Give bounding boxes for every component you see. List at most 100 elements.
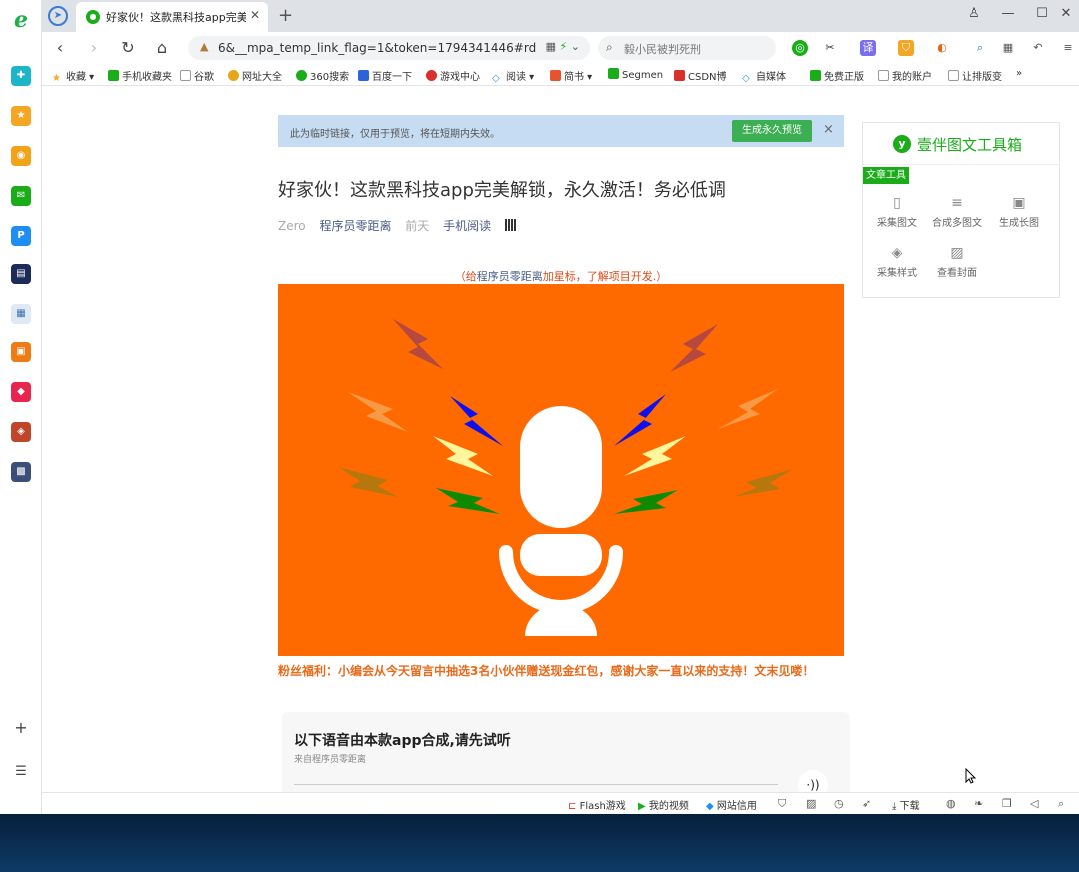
back-icon[interactable]: ‹ bbox=[50, 38, 70, 58]
sidebar-game2-icon[interactable]: ◈ bbox=[11, 422, 31, 442]
maximize-icon[interactable]: ☐ bbox=[1032, 6, 1052, 21]
tab-close-icon[interactable]: ✕ bbox=[250, 8, 260, 22]
tool-long-image[interactable]: ▣ 生成长图 bbox=[989, 195, 1049, 229]
bolt-left-olive bbox=[338, 467, 398, 497]
rocket-icon[interactable]: ➶ bbox=[862, 797, 871, 810]
sidebar-doc-icon[interactable]: ▦ bbox=[11, 304, 31, 324]
more-icon[interactable]: ≡ bbox=[1060, 40, 1076, 56]
bookmark-item[interactable]: ◇ 阅读 ▾ bbox=[492, 68, 534, 84]
grid-icon[interactable]: ▦ bbox=[1000, 40, 1016, 56]
home-icon[interactable]: ⌂ bbox=[152, 38, 172, 58]
sidebar-app-plus-icon[interactable]: ✚ bbox=[11, 66, 31, 86]
bookmark-item[interactable]: 360搜索 bbox=[296, 68, 349, 83]
bookmark-item[interactable]: 我的账户 bbox=[878, 68, 932, 83]
tool-collect-style[interactable]: ◈ 采集样式 bbox=[867, 245, 927, 279]
bookmark-item[interactable]: 百度一下 bbox=[358, 68, 412, 83]
minimize-icon[interactable]: — bbox=[998, 6, 1018, 21]
bolt-right-2 bbox=[718, 389, 778, 429]
add-icon[interactable]: + bbox=[13, 720, 29, 736]
search-input[interactable]: ⌕ 毅小民被判死刑 bbox=[598, 36, 776, 60]
bookmark-item[interactable]: 谷歌 bbox=[180, 68, 214, 83]
sidebar-novel-icon[interactable]: ▣ bbox=[11, 342, 31, 362]
site-info-icon[interactable]: ▲ bbox=[200, 40, 208, 53]
zoom-icon[interactable]: ⌕ bbox=[1058, 797, 1064, 811]
shield-status-icon[interactable]: ⛉ bbox=[778, 797, 786, 811]
sidebar-favorites-icon[interactable]: ★ bbox=[11, 106, 31, 126]
reload-icon[interactable]: ↻ bbox=[118, 38, 138, 58]
wechat-ext-icon[interactable]: ◎ bbox=[792, 40, 808, 56]
mic-capsule-lower bbox=[520, 534, 602, 576]
navigation-icon[interactable]: ➤ bbox=[48, 6, 68, 26]
browser-logo-icon[interactable]: e bbox=[10, 8, 32, 32]
bookmark-item[interactable]: 简书 ▾ bbox=[550, 68, 592, 83]
leaf-icon[interactable]: ❧ bbox=[974, 797, 983, 810]
audio-title: 以下语音由本款app合成,请先试听 bbox=[294, 733, 511, 749]
audio-play-icon[interactable]: ·)) bbox=[798, 770, 828, 792]
sidebar-weibo-icon[interactable]: ◉ bbox=[11, 146, 31, 166]
tab-active[interactable]: ● 好家伙！这款黑科技app完美解 ✕ bbox=[76, 2, 268, 32]
drop-icon: ◆ bbox=[706, 801, 714, 812]
sidebar-news-icon[interactable]: ▤ bbox=[11, 264, 31, 284]
tool-collect-article[interactable]: ▯ 采集图文 bbox=[867, 195, 927, 229]
sidebar-game3-icon[interactable]: ▩ bbox=[11, 462, 31, 482]
flash-icon: ⊏ bbox=[568, 801, 577, 812]
forward-icon[interactable]: › bbox=[84, 38, 104, 58]
yiban-logo-icon: y bbox=[893, 135, 911, 153]
bookmark-item[interactable]: 免费正版 bbox=[810, 68, 864, 83]
toolbox-panel: y 壹伴图文工具箱 文章工具 ▯ 采集图文 ≡ 合成多图文 ▣ 生成长图 ◈ 采… bbox=[862, 122, 1060, 298]
notice-text: 此为临时链接，仅用于预览，将在短期内失效。 bbox=[290, 129, 500, 140]
history-icon[interactable]: ◷ bbox=[834, 797, 844, 810]
site-credit-link[interactable]: ◆ 网站信用 bbox=[706, 797, 757, 812]
audio-card[interactable]: 以下语音由本款app合成,请先试听 来自程序员零距离 ·)) bbox=[282, 712, 850, 792]
bolt-right-blue bbox=[614, 394, 666, 446]
my-video-link[interactable]: ▶ 我的视频 bbox=[638, 797, 689, 812]
tool-view-cover[interactable]: ▨ 查看封面 bbox=[927, 245, 987, 279]
bolt-left-green bbox=[436, 488, 500, 514]
desktop-taskbar bbox=[0, 814, 1079, 872]
url-actions-icon[interactable]: ▦ ⚡ ⌄ bbox=[546, 40, 580, 53]
new-tab-icon[interactable]: + bbox=[278, 5, 293, 26]
url-text[interactable]: 6&__mpa_temp_link_flag=1&token=179434144… bbox=[218, 41, 536, 55]
notice-close-icon[interactable]: × bbox=[823, 122, 834, 137]
article-account-link[interactable]: 程序员零距离 bbox=[319, 219, 391, 233]
game-status-icon[interactable]: ◍ bbox=[946, 797, 956, 810]
toolbox-title: 壹伴图文工具箱 bbox=[917, 136, 1023, 154]
scissors-icon[interactable]: ✂ bbox=[822, 40, 838, 56]
search-icon: ⌕ bbox=[606, 40, 613, 54]
bookmark-item[interactable]: ◇ 自媒体 bbox=[742, 68, 786, 84]
undo-icon[interactable]: ↶ bbox=[1030, 40, 1046, 56]
close-window-icon[interactable]: ✕ bbox=[1056, 6, 1076, 21]
layers-icon: ◈ bbox=[891, 245, 903, 261]
image-icon: ▨ bbox=[950, 245, 964, 261]
sidebar-p-icon[interactable]: P bbox=[11, 226, 31, 246]
volume-icon[interactable]: ◁ bbox=[1030, 797, 1038, 810]
translate-icon[interactable]: 译 bbox=[860, 40, 876, 56]
bookmark-item[interactable]: CSDN博 bbox=[674, 68, 727, 83]
shield-icon[interactable]: ⛉ bbox=[898, 40, 914, 56]
bookmark-item[interactable]: Segmen bbox=[608, 68, 663, 81]
sidebar-mail-icon[interactable]: ✉ bbox=[11, 186, 31, 206]
window-icon[interactable]: ❐ bbox=[1002, 797, 1012, 810]
image-status-icon[interactable]: ▨ bbox=[806, 797, 816, 810]
bookmarks-overflow[interactable]: » bbox=[1016, 68, 1022, 79]
download-link[interactable]: ⤓ 下载 bbox=[892, 797, 920, 812]
magnifier-icon[interactable]: ⌕ bbox=[972, 40, 988, 56]
audio-progress[interactable] bbox=[294, 784, 778, 785]
follow-hint: （给程序员零距离加星标，了解项目开发.） bbox=[454, 270, 668, 283]
address-bar[interactable]: ▲ 6&__mpa_temp_link_flag=1&token=1794341… bbox=[188, 36, 590, 60]
read-on-phone-link[interactable]: 手机阅读 bbox=[443, 219, 527, 233]
menu-icon[interactable]: ☰ bbox=[13, 764, 29, 780]
skin-icon[interactable]: ♙ bbox=[964, 6, 984, 21]
tool-merge-articles[interactable]: ≡ 合成多图文 bbox=[927, 195, 987, 229]
bookmark-item[interactable]: 让排版变 bbox=[948, 68, 1002, 83]
tab-title: 好家伙！这款黑科技app完美解 bbox=[106, 11, 246, 24]
flash-games-link[interactable]: ⊏ Flash游戏 bbox=[568, 797, 626, 812]
generate-permanent-preview-button[interactable]: 生成永久预览 bbox=[732, 120, 812, 142]
gamepad-icon[interactable]: ◐ bbox=[934, 40, 950, 56]
sidebar-game-icon[interactable]: ◆ bbox=[11, 382, 31, 402]
bookmark-item[interactable]: 网址大全 bbox=[228, 68, 282, 83]
follow-account-link[interactable]: 程序员零距离 bbox=[477, 270, 543, 283]
bookmark-item[interactable]: 手机收藏夹 bbox=[108, 68, 172, 83]
bookmark-item[interactable]: 游戏中心 bbox=[426, 68, 480, 83]
bookmark-item[interactable]: ★ 收藏 ▾ bbox=[52, 68, 94, 84]
